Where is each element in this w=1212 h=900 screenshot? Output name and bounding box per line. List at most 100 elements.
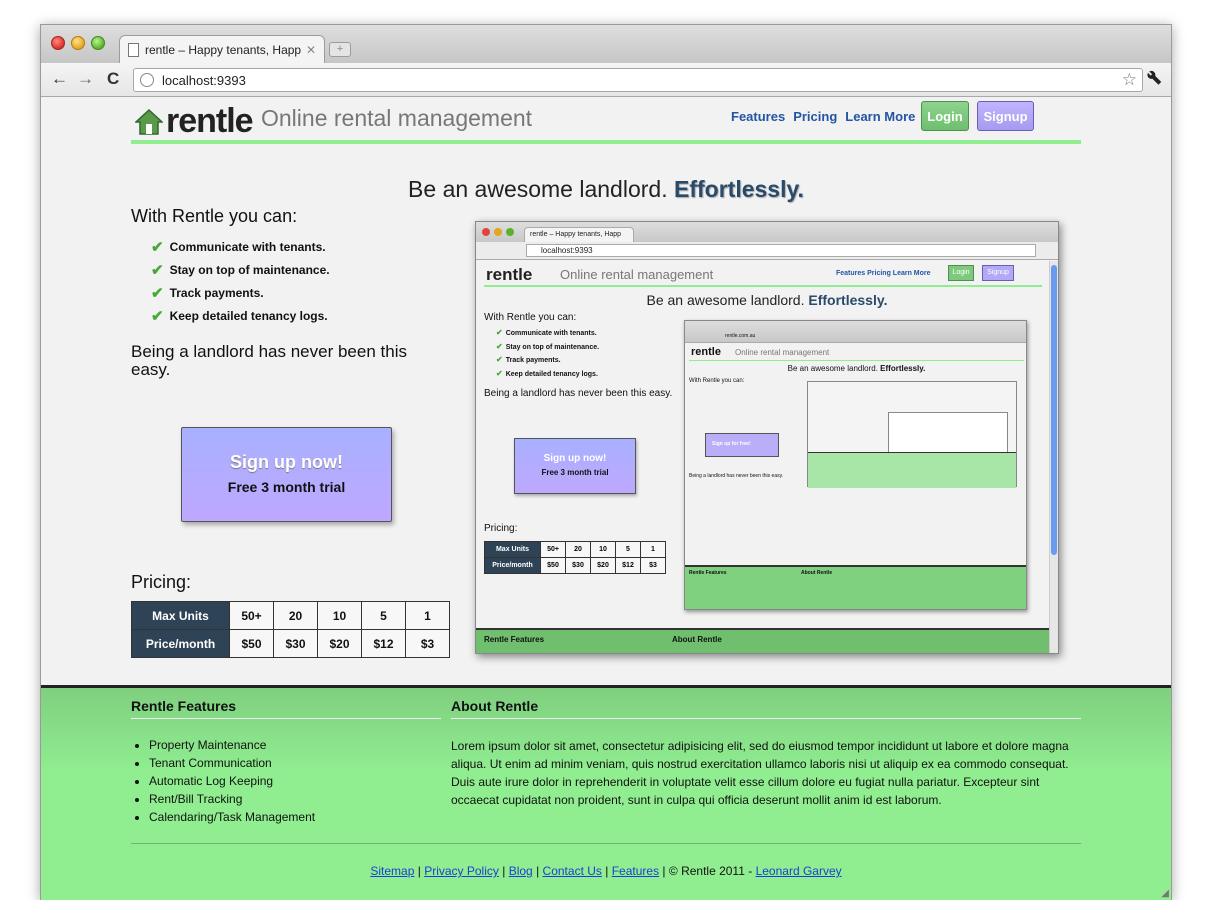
nav-pricing-link[interactable]: Pricing (793, 109, 837, 124)
price-month-header: Price/month (131, 629, 230, 658)
link-separator: | (502, 864, 506, 878)
sitemap-link[interactable]: Sitemap (370, 864, 414, 878)
site-logo[interactable]: rentle (135, 102, 254, 141)
reload-button[interactable]: C (107, 69, 119, 89)
list-item: ✔ Stay on top of maintenance. (496, 342, 599, 356)
table-row: Max Units 50+ 20 10 5 1 (484, 541, 666, 558)
nav-learn-more-link[interactable]: Learn More (845, 109, 915, 124)
minimize-window-button[interactable] (71, 36, 85, 50)
features-list: Property Maintenance Tenant Communicatio… (149, 738, 315, 828)
screenshot-logo: rentle (486, 265, 533, 284)
forward-button[interactable]: → (77, 69, 94, 89)
wrench-icon[interactable] (1144, 67, 1169, 92)
main-nav: Features Pricing Learn More (731, 109, 915, 124)
screenshot-footer: Rentle Features About Rentle (476, 628, 1058, 653)
logo-text: rentle (166, 102, 254, 140)
footer-features-link[interactable]: Features (612, 864, 659, 878)
nested-hero: Be an awesome landlord. Effortlessly. (685, 364, 1026, 373)
nested-toolbar: rentle.com.au (685, 321, 1026, 343)
close-tab-icon[interactable]: ✕ (306, 43, 316, 57)
nested-footer-about: About Rentle (801, 570, 833, 576)
contact-us-link[interactable]: Contact Us (543, 864, 602, 878)
link-separator: | (417, 864, 421, 878)
screenshot-cta-sub: Free 3 month trial (541, 468, 609, 477)
checkmark-icon: ✔ (496, 355, 503, 364)
benefit-label: Track payments. (169, 285, 264, 300)
table-cell: $3 (405, 629, 450, 658)
checkmark-icon: ✔ (151, 261, 164, 279)
pricing-table: Max Units 50+ 20 10 5 1 Price/month $50 … (131, 601, 450, 658)
site-header: rentle Online rental management Features… (131, 98, 1081, 144)
house-icon (135, 108, 163, 135)
copyright-text: © Rentle 2011 - (668, 864, 753, 878)
back-button[interactable]: ← (51, 69, 68, 89)
table-cell: 20 (565, 541, 591, 558)
table-cell: 50+ (229, 601, 274, 630)
nested-hero-text: Be an awesome landlord. (787, 364, 878, 373)
checkmark-icon: ✔ (151, 238, 164, 256)
list-item: ✔ Communicate with tenants. (496, 328, 599, 342)
table-cell: $12 (615, 557, 641, 574)
browser-tab[interactable]: rentle – Happy tenants, Happ ✕ (119, 35, 325, 63)
blog-link[interactable]: Blog (509, 864, 533, 878)
link-separator: | (536, 864, 540, 878)
pricing-heading: Pricing: (131, 572, 192, 592)
benefit-label: Keep detailed tenancy logs. (505, 370, 598, 378)
table-cell: $50 (540, 557, 566, 574)
screenshot-footer-features: Rentle Features (484, 635, 545, 644)
tab-strip: rentle – Happy tenants, Happ ✕ + (41, 25, 1171, 63)
new-tab-button[interactable]: + (329, 42, 351, 57)
screenshot-scrollbar (1049, 261, 1058, 653)
list-item: Automatic Log Keeping (149, 774, 315, 792)
screenshot-tab: rentle – Happy tenants, Happ (524, 227, 634, 242)
screenshot-yellow-dot (494, 228, 502, 236)
cta-main-label: Sign up now! (230, 452, 343, 472)
nested-rule (689, 360, 1024, 361)
address-bar[interactable]: localhost:9393 ☆ (133, 68, 1143, 92)
login-button[interactable]: Login (921, 101, 969, 131)
table-cell: 10 (590, 541, 616, 558)
table-row: Price/month $50 $30 $20 $12 $3 (484, 557, 666, 574)
screenshot-pricing-heading: Pricing: (484, 523, 518, 534)
table-cell: 20 (273, 601, 318, 630)
site-tagline: Online rental management (261, 105, 533, 131)
screenshot-signup: Signup (982, 265, 1014, 281)
resize-grip-icon[interactable]: ◢ (1161, 888, 1169, 899)
signup-button[interactable]: Signup (977, 101, 1034, 131)
screenshot-scroll-thumb (1051, 265, 1057, 555)
screenshot-page: rentle Online rental management Features… (476, 261, 1058, 653)
table-cell: 50+ (540, 541, 566, 558)
tab-title: rentle – Happy tenants, Happ (145, 42, 302, 57)
nested-screenshot: rentle.com.au rentle Online rental manag… (684, 320, 1027, 610)
screenshot-hero-text: Be an awesome landlord. (646, 292, 805, 308)
address-bar-url[interactable]: localhost:9393 (162, 73, 1122, 88)
nested-url: rentle.com.au (725, 333, 756, 339)
benefits-list: ✔ Communicate with tenants. ✔ Stay on top … (151, 235, 330, 327)
zoom-window-button[interactable] (91, 36, 105, 50)
author-link[interactable]: Leonard Garvey (756, 864, 842, 878)
nested-screenshot-level-3 (807, 381, 1017, 488)
easy-tagline: Being a landlord has never been this eas… (131, 342, 407, 379)
screenshot-easy: Being a landlord has never been this eas… (484, 388, 673, 399)
table-cell: $12 (361, 629, 406, 658)
list-item: ✔ Track payments. (496, 355, 599, 369)
signup-cta-button[interactable]: Sign up now! Free 3 month trial (181, 427, 392, 522)
list-item: Property Maintenance (149, 738, 315, 756)
nested-tagline: Online rental management (735, 348, 830, 357)
benefit-label: Stay on top of maintenance. (169, 262, 330, 277)
hero-title-text: Be an awesome landlord. (408, 176, 668, 202)
link-separator: | (605, 864, 609, 878)
list-item: ✔ Keep detailed tenancy logs. (496, 369, 599, 383)
nested-cta-label: Sign up for free! (712, 441, 751, 447)
privacy-policy-link[interactable]: Privacy Policy (424, 864, 499, 878)
bookmark-star-icon[interactable]: ☆ (1122, 70, 1137, 90)
table-row: Max Units 50+ 20 10 5 1 (131, 601, 450, 630)
checkmark-icon: ✔ (151, 284, 164, 302)
table-cell: $50 (229, 629, 274, 658)
list-item: Calendaring/Task Management (149, 810, 315, 828)
list-item: ✔ Track payments. (151, 281, 330, 304)
close-window-button[interactable] (51, 36, 65, 50)
nav-features-link[interactable]: Features (731, 109, 785, 124)
benefit-label: Communicate with tenants. (505, 330, 597, 337)
checkmark-icon: ✔ (151, 307, 164, 325)
